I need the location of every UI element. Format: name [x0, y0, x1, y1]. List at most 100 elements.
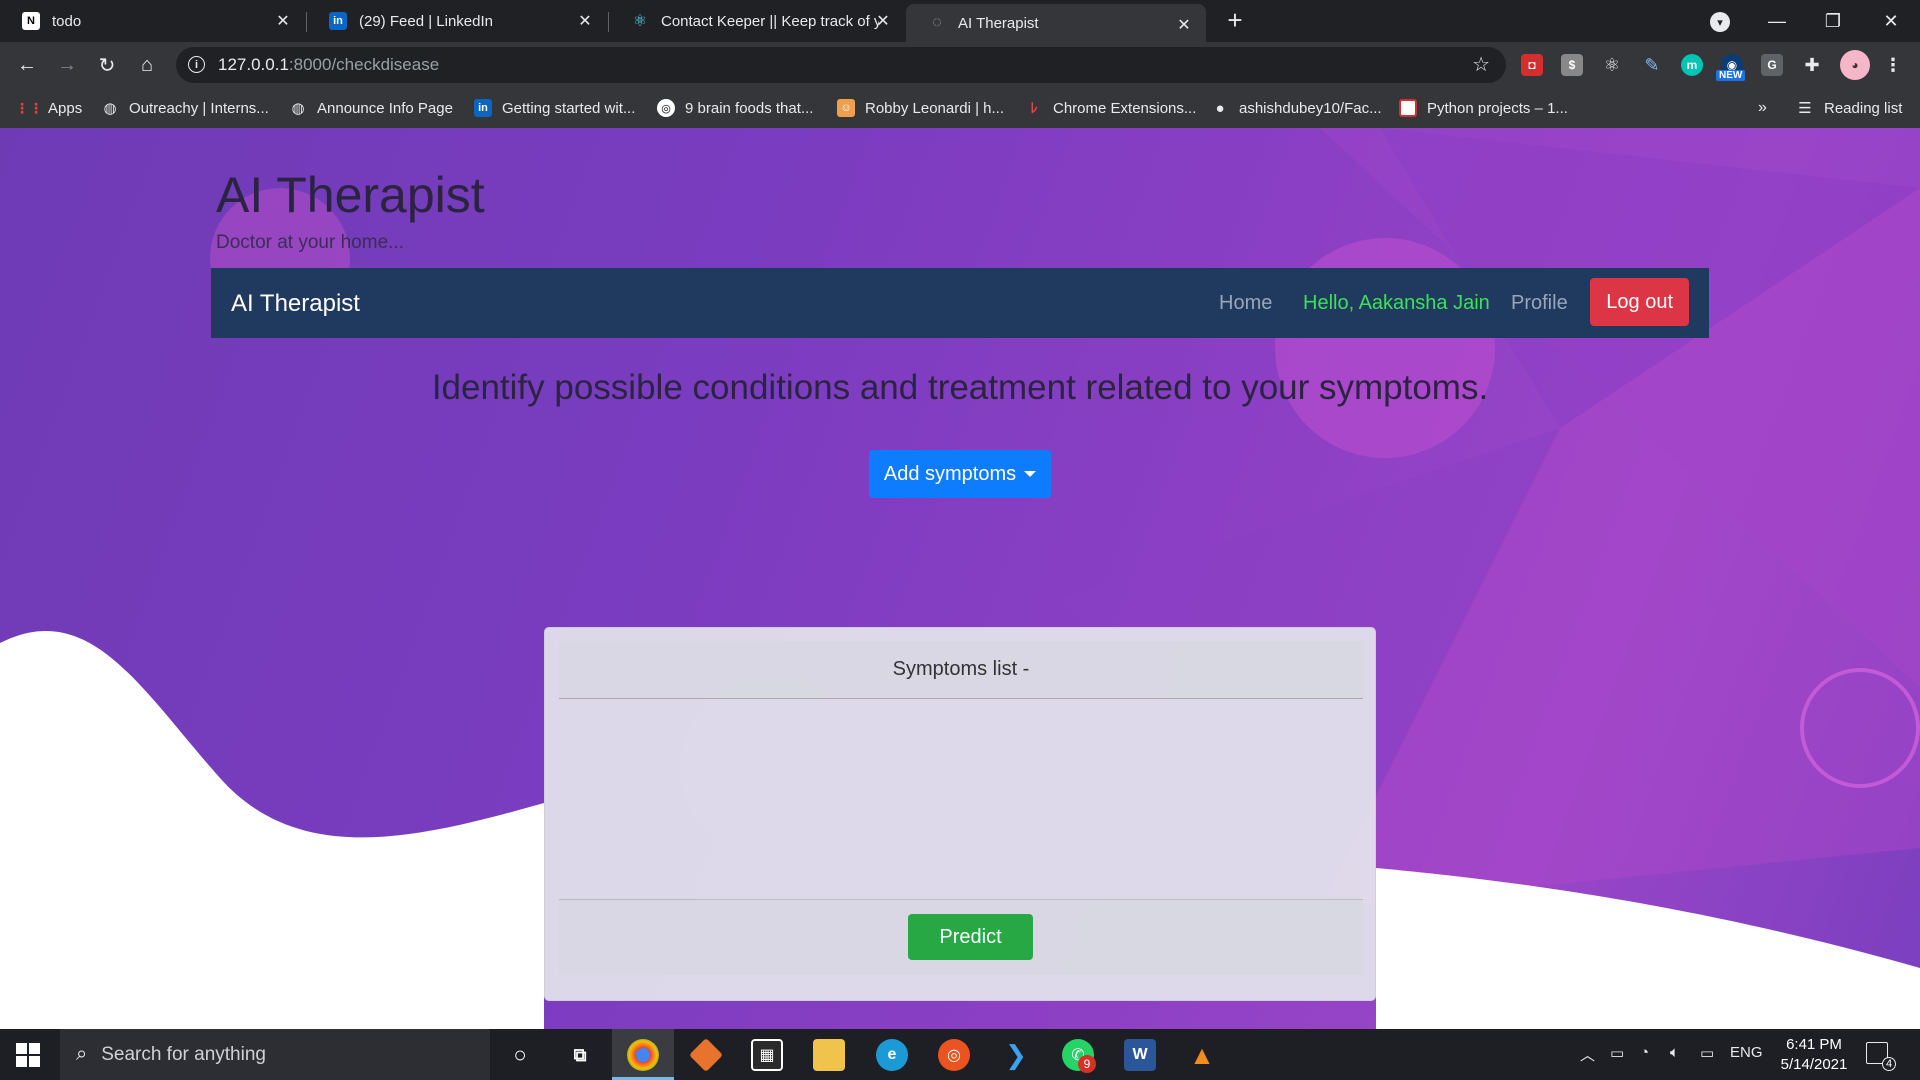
bookmark-label: Python projects – 1...	[1427, 99, 1568, 117]
more-menu-icon[interactable]: ⋮	[1882, 54, 1904, 76]
bookmark-github[interactable]: ● ashishdubey10/Fac...	[1211, 96, 1382, 120]
linkedin-icon: in	[329, 12, 347, 30]
page-headline: Identify possible conditions and treatme…	[431, 368, 1489, 407]
bookmark-python-projects[interactable]: Python projects – 1...	[1399, 96, 1568, 120]
symptoms-card-footer: Predict	[559, 899, 1363, 975]
address-bar[interactable]: i 127.0.0.1:8000/checkdisease ☆	[176, 47, 1506, 83]
navbar-brand[interactable]: AI Therapist	[231, 290, 360, 318]
page-subtitle: Doctor at your home...	[216, 232, 404, 253]
reload-icon[interactable]: ↻	[92, 50, 122, 80]
bookmark-chrome-extensions[interactable]: ﾚ Chrome Extensions...	[1025, 96, 1197, 120]
logout-button[interactable]: Log out	[1590, 278, 1689, 326]
bookmark-star-icon[interactable]: ☆	[1472, 52, 1490, 77]
tab-ai-therapist[interactable]: ◌ AI Therapist ✕	[906, 4, 1206, 42]
volume-icon[interactable]: 🔈︎	[1670, 1044, 1679, 1061]
site-info-icon[interactable]: i	[188, 56, 205, 73]
restore-icon[interactable]: ❐	[1818, 6, 1848, 36]
page-title: AI Therapist	[216, 167, 485, 223]
bookmark-label: Getting started wit...	[502, 99, 636, 117]
add-symptoms-label: Add symptoms	[883, 462, 1017, 485]
chrome-icon[interactable]	[627, 1039, 659, 1071]
bookmark-announce[interactable]: ◍ Announce Info Page	[289, 96, 453, 120]
m-extension-icon[interactable]: m	[1681, 54, 1703, 76]
vscode-icon[interactable]: ❯	[1000, 1039, 1032, 1071]
close-icon[interactable]: ✕	[273, 11, 293, 31]
close-icon[interactable]: ✕	[1174, 15, 1194, 35]
page-viewport: AI Therapist Doctor at your home... AI T…	[0, 128, 1920, 1029]
task-view-icon[interactable]: ⧉	[564, 1039, 596, 1071]
minimize-icon[interactable]: —	[1762, 6, 1792, 36]
forward-icon[interactable]: →	[52, 50, 82, 80]
nav-link-home[interactable]: Home	[1219, 292, 1272, 315]
home-icon[interactable]: ⌂	[132, 50, 162, 80]
ubuntu-icon[interactable]: ◎	[938, 1039, 970, 1071]
file-explorer-icon[interactable]	[813, 1039, 845, 1071]
vlc-icon[interactable]: ▲	[1186, 1039, 1218, 1071]
globe-icon: ◍	[103, 100, 117, 117]
tab-title: Contact Keeper || Keep track of yo	[661, 12, 879, 30]
tab-todo[interactable]: N todo ✕	[0, 0, 305, 42]
clock-time: 6:41 PM	[1786, 1036, 1842, 1053]
grammar-extension-icon[interactable]: G	[1761, 54, 1783, 76]
pocket-extension-icon[interactable]: ◘	[1521, 54, 1543, 76]
language-indicator[interactable]: ENG	[1730, 1044, 1763, 1061]
url-host: 127.0.0.1	[218, 55, 289, 74]
url-text[interactable]: 127.0.0.1:8000/checkdisease	[218, 55, 439, 75]
nav-link-profile[interactable]: Profile	[1511, 292, 1568, 315]
bookmark-apps[interactable]: ⋮⋮ Apps	[15, 96, 83, 120]
tab-contact-keeper[interactable]: ⚛ Contact Keeper || Keep track of yo ✕	[609, 0, 905, 42]
browser-toolbar: ← → ↻ ⌂ i 127.0.0.1:8000/checkdisease ☆ …	[0, 42, 1920, 88]
tab-title: (29) Feed | LinkedIn	[359, 12, 493, 30]
whatsapp-badge: 9	[1078, 1055, 1096, 1073]
apps-grid-icon: ⋮⋮	[15, 99, 43, 116]
translate-extension-icon[interactable]: $	[1561, 54, 1583, 76]
taskbar-search-placeholder: Search for anything	[101, 1043, 266, 1065]
bookmark-getting-started[interactable]: in Getting started wit...	[474, 96, 635, 120]
tab-title: todo	[52, 12, 82, 30]
taskbar-clock[interactable]: 6:41 PM 5/14/2021	[1760, 1035, 1868, 1075]
tab-strip: N todo ✕ in (29) Feed | LinkedIn ✕ ⚛ Con…	[0, 0, 1920, 42]
nav-user-greeting[interactable]: Hello, Aakansha Jain	[1303, 292, 1490, 315]
windows-taskbar: ⌕ Search for anything ○ ⧉ ▦ e ◎ ❯ ✆ 9 W …	[0, 1029, 1920, 1080]
globe-icon: ◌	[932, 14, 942, 31]
new-badge: NEW	[1716, 70, 1746, 81]
back-icon[interactable]: ←	[12, 50, 42, 80]
close-icon[interactable]: ✕	[575, 11, 595, 31]
linkedin-icon: in	[474, 99, 492, 117]
wifi-icon[interactable]: ◔	[1640, 1044, 1649, 1061]
bookmark-label: Apps	[48, 99, 83, 117]
close-window-icon[interactable]: ✕	[1876, 6, 1906, 36]
profile-avatar[interactable]: ◕	[1840, 50, 1870, 80]
add-symptoms-dropdown[interactable]: Add symptoms	[869, 450, 1051, 498]
bookmark-robby-leonardi[interactable]: ☺ Robby Leonardi | h...	[837, 96, 1004, 120]
edge-icon[interactable]: e	[876, 1039, 908, 1071]
more-bookmarks-icon[interactable]: »	[1758, 96, 1767, 120]
close-icon[interactable]: ✕	[873, 11, 893, 31]
bookmark-outreachy[interactable]: ◍ Outreachy | Interns...	[101, 96, 268, 120]
pen-extension-icon[interactable]: ✎	[1641, 54, 1663, 76]
show-hidden-icons[interactable]: ︿	[1580, 1044, 1595, 1065]
reading-list-icon: ☰	[1798, 100, 1812, 117]
react-devtools-icon[interactable]: ⚛	[1601, 54, 1623, 76]
taskbar-search[interactable]: ⌕ Search for anything	[60, 1029, 490, 1080]
bookmark-brain-foods[interactable]: ◎ 9 brain foods that...	[657, 96, 813, 120]
reading-list[interactable]: ☰ Reading list	[1796, 96, 1902, 120]
predict-button[interactable]: Predict	[908, 914, 1033, 960]
new-tab-button[interactable]: +	[1222, 7, 1248, 34]
bookmark-label: ashishdubey10/Fac...	[1239, 99, 1382, 117]
word-icon[interactable]: W	[1124, 1039, 1156, 1071]
tab-linkedin[interactable]: in (29) Feed | LinkedIn ✕	[307, 0, 607, 42]
cortana-icon[interactable]: ○	[504, 1039, 536, 1071]
battery-icon[interactable]: ▭	[1700, 1044, 1714, 1062]
github-icon: ●	[1215, 99, 1225, 117]
meet-now-icon[interactable]: ▭	[1610, 1044, 1624, 1062]
search-icon: ⌕	[76, 1043, 88, 1065]
clock-date: 5/14/2021	[1780, 1056, 1848, 1073]
slides-icon	[1399, 99, 1417, 117]
git-icon[interactable]	[689, 1038, 723, 1072]
extensions-puzzle-icon[interactable]: ✚	[1801, 54, 1823, 76]
symptoms-card: Symptoms list - Predict	[544, 627, 1376, 1001]
tab-search-icon[interactable]: ▾	[1710, 12, 1730, 32]
windows-start-icon[interactable]	[16, 1043, 40, 1067]
store-icon[interactable]: ▦	[751, 1039, 783, 1071]
